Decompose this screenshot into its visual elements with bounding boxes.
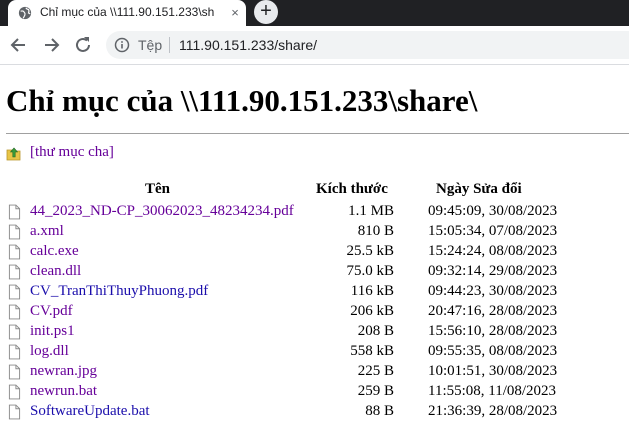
file-modified-date: 10:01:51, 30/08/2023 [428, 363, 558, 379]
info-icon[interactable] [114, 37, 130, 53]
file-name-link[interactable]: init.ps1 [30, 323, 75, 340]
address-bar[interactable]: Tệp 111.90.151.233/share/ [106, 31, 629, 59]
file-name-link[interactable]: CV.pdf [30, 303, 73, 320]
file-icon [8, 284, 21, 300]
file-name-link[interactable]: newrun.bat [30, 383, 97, 400]
file-icon [8, 344, 21, 360]
file-modified-date: 20:47:16, 28/08/2023 [428, 303, 558, 319]
globe-icon [18, 6, 32, 20]
security-label: Tệp [138, 37, 163, 53]
file-modified-date: 09:32:14, 29/08/2023 [428, 263, 558, 279]
file-row: clean.dll 75.0 kB 09:32:14, 29/08/2023 [0, 263, 629, 283]
file-size: 116 kB [350, 283, 394, 299]
omnibox-separator [169, 37, 170, 53]
file-row: SoftwareUpdate.bat 88 B 21:36:39, 28/08/20… [0, 403, 629, 423]
file-icon [8, 244, 21, 260]
file-size: 75.0 kB [346, 263, 394, 279]
tab-strip: Chỉ mục của \\111.90.151.233\sh × + [0, 0, 629, 26]
file-size: 1.1 MB [348, 203, 394, 219]
file-size: 25.5 kB [346, 243, 394, 259]
file-icon [8, 364, 21, 380]
file-row: calc.exe 25.5 kB 15:24:24, 08/08/2023 [0, 243, 629, 263]
file-icon [8, 304, 21, 320]
file-icon [8, 324, 21, 340]
file-row: init.ps1 208 B 15:56:10, 28/08/2023 [0, 323, 629, 343]
forward-arrow-icon[interactable] [40, 34, 62, 56]
browser-tab[interactable]: Chỉ mục của \\111.90.151.233\sh × [8, 0, 246, 26]
file-icon [8, 204, 21, 220]
file-modified-date: 15:05:34, 07/08/2023 [428, 223, 558, 239]
file-name-link[interactable]: clean.dll [30, 263, 81, 280]
tab-close-icon[interactable]: × [226, 4, 244, 22]
file-row: CV.pdf 206 kB 20:47:16, 28/08/2023 [0, 303, 629, 323]
file-modified-date: 09:45:09, 30/08/2023 [428, 203, 558, 219]
file-icon [8, 264, 21, 280]
file-row: a.xml 810 B 15:05:34, 07/08/2023 [0, 223, 629, 243]
column-header-date[interactable]: Ngày Sửa đổi [436, 181, 522, 198]
new-tab-button[interactable]: + [254, 0, 278, 24]
file-name-link[interactable]: 44_2023_ND-CP_30062023_48234234.pdf [30, 203, 294, 220]
file-name-link[interactable]: SoftwareUpdate.bat [30, 403, 150, 420]
file-size: 225 B [357, 363, 394, 379]
file-name-link[interactable]: newran.jpg [30, 363, 97, 380]
file-row: log.dll 558 kB 09:55:35, 08/08/2023 [0, 343, 629, 363]
file-size: 259 B [357, 383, 394, 399]
reload-icon[interactable] [72, 34, 94, 56]
file-row: newran.jpg 225 B 10:01:51, 30/08/2023 [0, 363, 629, 383]
tab-title: Chỉ mục của \\111.90.151.233\sh [40, 5, 215, 19]
file-name-link[interactable]: calc.exe [30, 243, 79, 260]
url-text[interactable]: 111.90.151.233/share/ [179, 37, 317, 53]
file-modified-date: 11:55:08, 11/08/2023 [428, 383, 557, 399]
column-header-size[interactable]: Kích thước [316, 181, 388, 198]
page-title: Chỉ mục của \\111.90.151.233\share\ [6, 83, 478, 118]
file-size: 206 kB [350, 303, 394, 319]
divider [6, 133, 629, 134]
folder-up-icon[interactable] [6, 145, 22, 161]
file-modified-date: 15:56:10, 28/08/2023 [428, 323, 558, 339]
file-icon [8, 384, 21, 400]
file-modified-date: 15:24:24, 08/08/2023 [428, 243, 558, 259]
column-header-name[interactable]: Tên [145, 181, 170, 198]
file-row: 44_2023_ND-CP_30062023_48234234.pdf 1.1 M… [0, 203, 629, 223]
file-icon [8, 224, 21, 240]
file-name-link[interactable]: CV_TranThiThuyPhuong.pdf [30, 283, 208, 300]
file-name-link[interactable]: log.dll [30, 343, 69, 360]
file-name-link[interactable]: a.xml [30, 223, 64, 240]
file-icon [8, 404, 21, 420]
file-row: newrun.bat 259 B 11:55:08, 11/08/2023 [0, 383, 629, 403]
file-size: 558 kB [350, 343, 394, 359]
file-size: 88 B [365, 403, 394, 419]
back-arrow-icon[interactable] [8, 34, 30, 56]
browser-toolbar: Tệp 111.90.151.233/share/ [0, 26, 629, 65]
file-modified-date: 09:55:35, 08/08/2023 [428, 343, 558, 359]
file-modified-date: 09:44:23, 30/08/2023 [428, 283, 558, 299]
file-modified-date: 21:36:39, 28/08/2023 [428, 403, 558, 419]
parent-directory-link[interactable]: [thư mục cha] [30, 144, 114, 161]
file-size: 208 B [357, 323, 394, 339]
file-row: CV_TranThiThuyPhuong.pdf 116 kB 09:44:23, … [0, 283, 629, 303]
file-size: 810 B [357, 223, 394, 239]
